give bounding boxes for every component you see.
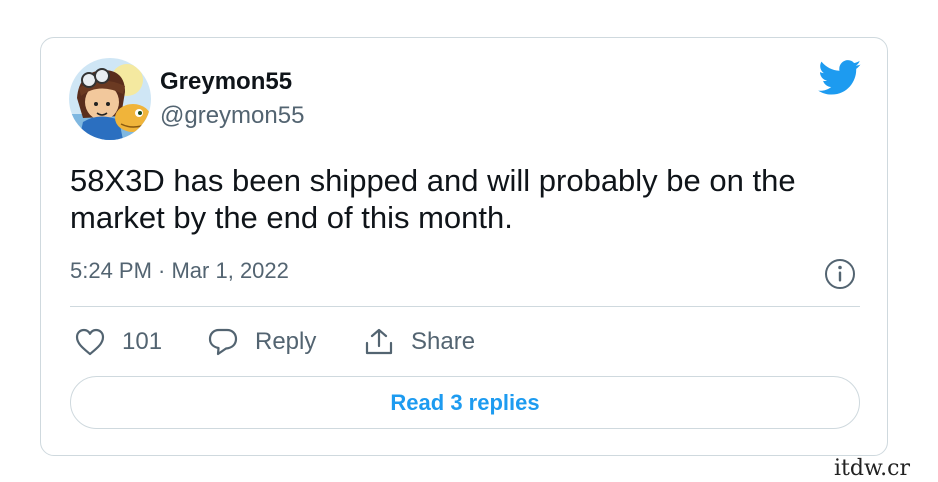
- share-arrow-icon: [365, 328, 393, 355]
- reply-button[interactable]: Reply: [207, 324, 316, 360]
- divider: [70, 306, 860, 307]
- info-icon[interactable]: [823, 257, 857, 291]
- watermark-text: itdw.cr: [834, 456, 911, 481]
- tweet-text: 58X3D has been shipped and will probably…: [70, 163, 796, 235]
- tweet-card: Greymon55 @greymon55 58X3D has been ship…: [40, 37, 888, 456]
- author-avatar[interactable]: [69, 58, 151, 140]
- like-button[interactable]: 101: [74, 324, 162, 360]
- twitter-bird-icon[interactable]: [818, 60, 862, 96]
- share-button[interactable]: Share: [363, 324, 475, 360]
- author-handle[interactable]: @greymon55: [160, 102, 304, 130]
- share-label: Share: [411, 328, 476, 355]
- reply-label: Reply: [255, 328, 317, 355]
- author-display-name[interactable]: Greymon55: [160, 68, 292, 96]
- heart-icon: [75, 328, 105, 356]
- tweet-timestamp[interactable]: 5:24 PM · Mar 1, 2022: [70, 258, 289, 284]
- read-replies-button[interactable]: Read 3 replies: [70, 376, 860, 429]
- like-count: 101: [122, 328, 163, 355]
- speech-bubble-icon: [208, 328, 238, 356]
